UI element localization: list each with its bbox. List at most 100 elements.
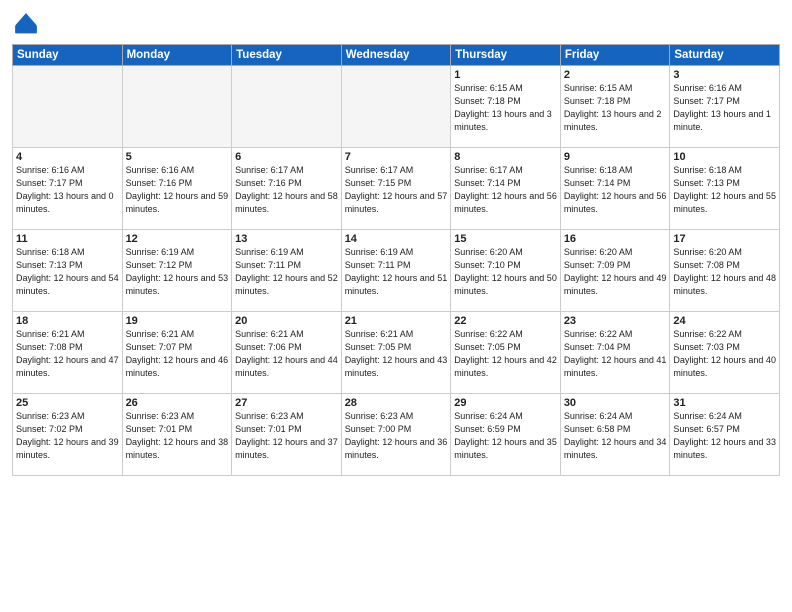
day-cell: 20Sunrise: 6:21 AMSunset: 7:06 PMDayligh… [232, 312, 342, 394]
day-info: Sunrise: 6:18 AMSunset: 7:13 PMDaylight:… [673, 164, 776, 216]
day-cell: 27Sunrise: 6:23 AMSunset: 7:01 PMDayligh… [232, 394, 342, 476]
day-info: Sunrise: 6:16 AMSunset: 7:16 PMDaylight:… [126, 164, 229, 216]
day-info: Sunrise: 6:23 AMSunset: 7:00 PMDaylight:… [345, 410, 448, 462]
day-cell [232, 66, 342, 148]
day-cell: 9Sunrise: 6:18 AMSunset: 7:14 PMDaylight… [560, 148, 670, 230]
day-cell: 29Sunrise: 6:24 AMSunset: 6:59 PMDayligh… [451, 394, 561, 476]
page: SundayMondayTuesdayWednesdayThursdayFrid… [0, 0, 792, 612]
day-info: Sunrise: 6:20 AMSunset: 7:08 PMDaylight:… [673, 246, 776, 298]
day-info: Sunrise: 6:19 AMSunset: 7:12 PMDaylight:… [126, 246, 229, 298]
day-info: Sunrise: 6:23 AMSunset: 7:01 PMDaylight:… [126, 410, 229, 462]
day-number: 14 [345, 233, 448, 245]
day-cell: 4Sunrise: 6:16 AMSunset: 7:17 PMDaylight… [13, 148, 123, 230]
day-number: 29 [454, 397, 557, 409]
day-number: 13 [235, 233, 338, 245]
logo [12, 10, 44, 38]
day-info: Sunrise: 6:20 AMSunset: 7:10 PMDaylight:… [454, 246, 557, 298]
day-cell: 15Sunrise: 6:20 AMSunset: 7:10 PMDayligh… [451, 230, 561, 312]
day-number: 18 [16, 315, 119, 327]
day-cell: 13Sunrise: 6:19 AMSunset: 7:11 PMDayligh… [232, 230, 342, 312]
day-cell: 11Sunrise: 6:18 AMSunset: 7:13 PMDayligh… [13, 230, 123, 312]
day-cell [13, 66, 123, 148]
day-info: Sunrise: 6:23 AMSunset: 7:02 PMDaylight:… [16, 410, 119, 462]
day-info: Sunrise: 6:21 AMSunset: 7:08 PMDaylight:… [16, 328, 119, 380]
week-row-4: 25Sunrise: 6:23 AMSunset: 7:02 PMDayligh… [13, 394, 780, 476]
weekday-header-thursday: Thursday [451, 45, 561, 66]
day-info: Sunrise: 6:15 AMSunset: 7:18 PMDaylight:… [564, 82, 667, 134]
day-number: 3 [673, 69, 776, 81]
day-info: Sunrise: 6:17 AMSunset: 7:15 PMDaylight:… [345, 164, 448, 216]
day-info: Sunrise: 6:20 AMSunset: 7:09 PMDaylight:… [564, 246, 667, 298]
weekday-header-friday: Friday [560, 45, 670, 66]
day-number: 9 [564, 151, 667, 163]
day-number: 21 [345, 315, 448, 327]
day-number: 28 [345, 397, 448, 409]
day-info: Sunrise: 6:18 AMSunset: 7:13 PMDaylight:… [16, 246, 119, 298]
day-cell: 25Sunrise: 6:23 AMSunset: 7:02 PMDayligh… [13, 394, 123, 476]
day-cell: 5Sunrise: 6:16 AMSunset: 7:16 PMDaylight… [122, 148, 232, 230]
day-cell: 21Sunrise: 6:21 AMSunset: 7:05 PMDayligh… [341, 312, 451, 394]
week-row-2: 11Sunrise: 6:18 AMSunset: 7:13 PMDayligh… [13, 230, 780, 312]
day-number: 6 [235, 151, 338, 163]
weekday-header-sunday: Sunday [13, 45, 123, 66]
day-cell: 2Sunrise: 6:15 AMSunset: 7:18 PMDaylight… [560, 66, 670, 148]
day-number: 22 [454, 315, 557, 327]
day-info: Sunrise: 6:16 AMSunset: 7:17 PMDaylight:… [673, 82, 776, 134]
day-info: Sunrise: 6:18 AMSunset: 7:14 PMDaylight:… [564, 164, 667, 216]
weekday-header-monday: Monday [122, 45, 232, 66]
day-cell: 14Sunrise: 6:19 AMSunset: 7:11 PMDayligh… [341, 230, 451, 312]
day-info: Sunrise: 6:15 AMSunset: 7:18 PMDaylight:… [454, 82, 557, 134]
calendar-table: SundayMondayTuesdayWednesdayThursdayFrid… [12, 44, 780, 476]
day-number: 4 [16, 151, 119, 163]
day-cell: 8Sunrise: 6:17 AMSunset: 7:14 PMDaylight… [451, 148, 561, 230]
weekday-header-tuesday: Tuesday [232, 45, 342, 66]
day-cell: 10Sunrise: 6:18 AMSunset: 7:13 PMDayligh… [670, 148, 780, 230]
day-cell: 6Sunrise: 6:17 AMSunset: 7:16 PMDaylight… [232, 148, 342, 230]
day-cell: 7Sunrise: 6:17 AMSunset: 7:15 PMDaylight… [341, 148, 451, 230]
day-cell [122, 66, 232, 148]
day-cell: 23Sunrise: 6:22 AMSunset: 7:04 PMDayligh… [560, 312, 670, 394]
day-cell: 19Sunrise: 6:21 AMSunset: 7:07 PMDayligh… [122, 312, 232, 394]
day-cell: 24Sunrise: 6:22 AMSunset: 7:03 PMDayligh… [670, 312, 780, 394]
week-row-0: 1Sunrise: 6:15 AMSunset: 7:18 PMDaylight… [13, 66, 780, 148]
day-cell: 30Sunrise: 6:24 AMSunset: 6:58 PMDayligh… [560, 394, 670, 476]
day-number: 27 [235, 397, 338, 409]
day-cell [341, 66, 451, 148]
day-cell: 28Sunrise: 6:23 AMSunset: 7:00 PMDayligh… [341, 394, 451, 476]
day-number: 2 [564, 69, 667, 81]
day-number: 30 [564, 397, 667, 409]
day-info: Sunrise: 6:22 AMSunset: 7:03 PMDaylight:… [673, 328, 776, 380]
day-info: Sunrise: 6:21 AMSunset: 7:05 PMDaylight:… [345, 328, 448, 380]
logo-icon [12, 10, 40, 38]
day-info: Sunrise: 6:19 AMSunset: 7:11 PMDaylight:… [235, 246, 338, 298]
day-info: Sunrise: 6:21 AMSunset: 7:06 PMDaylight:… [235, 328, 338, 380]
day-number: 23 [564, 315, 667, 327]
day-number: 24 [673, 315, 776, 327]
day-cell: 1Sunrise: 6:15 AMSunset: 7:18 PMDaylight… [451, 66, 561, 148]
day-info: Sunrise: 6:17 AMSunset: 7:14 PMDaylight:… [454, 164, 557, 216]
day-info: Sunrise: 6:24 AMSunset: 6:59 PMDaylight:… [454, 410, 557, 462]
day-info: Sunrise: 6:24 AMSunset: 6:58 PMDaylight:… [564, 410, 667, 462]
week-row-1: 4Sunrise: 6:16 AMSunset: 7:17 PMDaylight… [13, 148, 780, 230]
day-number: 12 [126, 233, 229, 245]
day-cell: 12Sunrise: 6:19 AMSunset: 7:12 PMDayligh… [122, 230, 232, 312]
weekday-header-wednesday: Wednesday [341, 45, 451, 66]
day-number: 15 [454, 233, 557, 245]
day-number: 19 [126, 315, 229, 327]
day-info: Sunrise: 6:22 AMSunset: 7:05 PMDaylight:… [454, 328, 557, 380]
day-cell: 17Sunrise: 6:20 AMSunset: 7:08 PMDayligh… [670, 230, 780, 312]
day-number: 26 [126, 397, 229, 409]
calendar-header-row: SundayMondayTuesdayWednesdayThursdayFrid… [13, 45, 780, 66]
day-number: 25 [16, 397, 119, 409]
week-row-3: 18Sunrise: 6:21 AMSunset: 7:08 PMDayligh… [13, 312, 780, 394]
day-info: Sunrise: 6:16 AMSunset: 7:17 PMDaylight:… [16, 164, 119, 216]
day-info: Sunrise: 6:22 AMSunset: 7:04 PMDaylight:… [564, 328, 667, 380]
day-cell: 18Sunrise: 6:21 AMSunset: 7:08 PMDayligh… [13, 312, 123, 394]
day-number: 1 [454, 69, 557, 81]
day-number: 11 [16, 233, 119, 245]
day-number: 16 [564, 233, 667, 245]
weekday-header-saturday: Saturday [670, 45, 780, 66]
day-number: 20 [235, 315, 338, 327]
day-cell: 26Sunrise: 6:23 AMSunset: 7:01 PMDayligh… [122, 394, 232, 476]
day-cell: 3Sunrise: 6:16 AMSunset: 7:17 PMDaylight… [670, 66, 780, 148]
